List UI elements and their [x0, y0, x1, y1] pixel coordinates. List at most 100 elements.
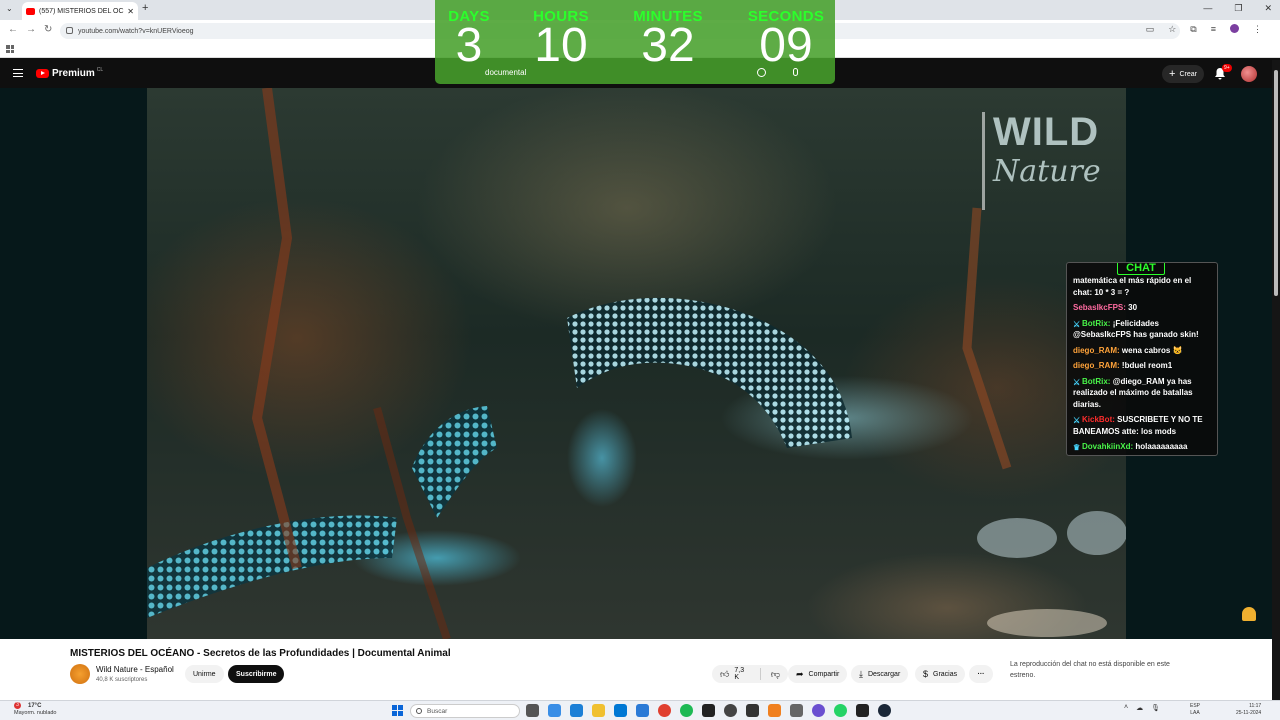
logo-text: Premium: [52, 68, 95, 79]
join-button[interactable]: Unirme: [185, 665, 224, 683]
tab-search-icon[interactable]: ⌄: [6, 4, 13, 13]
app-icon[interactable]: [746, 704, 759, 717]
thumbs-up-icon[interactable]: 👍︎: [720, 669, 729, 680]
input-language[interactable]: ESP LAA: [1190, 703, 1200, 717]
countdown-hours: HOURS 10: [511, 0, 611, 73]
lang-bottom: LAA: [1190, 710, 1200, 716]
search-icon[interactable]: [757, 68, 766, 77]
subscriber-count: 40,8 K suscriptores: [96, 677, 148, 683]
more-actions-button[interactable]: ···: [969, 665, 993, 683]
chat-message: diego_RAM: !bduel reom1: [1073, 360, 1211, 372]
edge-icon[interactable]: [570, 704, 583, 717]
channel-avatar[interactable]: [70, 664, 90, 684]
maximize-icon[interactable]: ❐: [1234, 3, 1242, 14]
microphone-icon[interactable]: [793, 68, 798, 76]
search-box[interactable]: documental: [435, 66, 835, 82]
windows-start-icon[interactable]: [392, 705, 403, 716]
whatsapp-icon[interactable]: [834, 704, 847, 717]
back-icon[interactable]: ←: [8, 24, 18, 35]
app-icon[interactable]: [636, 704, 649, 717]
terminal-icon[interactable]: [856, 704, 869, 717]
minimize-icon[interactable]: —: [1203, 3, 1212, 14]
temperature: 17°C: [28, 703, 42, 709]
task-view-icon[interactable]: [526, 704, 539, 717]
extensions-icon[interactable]: ⧉: [1190, 24, 1196, 35]
download-button[interactable]: ⤓ Descargar: [851, 665, 909, 683]
create-button[interactable]: + Crear: [1162, 65, 1204, 83]
app-icon[interactable]: [768, 704, 781, 717]
browser-tab[interactable]: (557) MISTERIOS DEL OCÉANO ✕: [22, 2, 138, 20]
scrollbar-thumb[interactable]: [1274, 70, 1278, 296]
download-icon: ⤓: [859, 668, 863, 679]
url-text: youtube.com/watch?v=knUERVioeog: [78, 27, 194, 35]
clock-time: 11:17: [1249, 703, 1262, 709]
apps-grid-icon[interactable]: [6, 45, 14, 53]
youtube-favicon-icon: [26, 7, 35, 15]
search-icon: [416, 708, 422, 714]
video-frame[interactable]: [147, 88, 1126, 639]
lang-top: ESP: [1190, 703, 1201, 709]
tab-title: (557) MISTERIOS DEL OCÉANO: [39, 7, 124, 15]
chat-username: KickBot:: [1082, 415, 1115, 424]
taskbar-search-box[interactable]: Buscar: [410, 704, 520, 718]
browser-menu-icon[interactable]: ⋮: [1253, 24, 1262, 35]
like-count[interactable]: 7,3 K: [734, 667, 750, 681]
chat-message: diego_RAM: wena cabros 😺: [1073, 345, 1211, 357]
thumbs-down-icon[interactable]: 👎︎: [771, 669, 780, 680]
plus-icon: +: [1169, 68, 1176, 80]
profile-icon[interactable]: [1230, 24, 1239, 33]
reload-icon[interactable]: ↻: [44, 24, 52, 35]
countdown-value: 3: [455, 19, 483, 72]
moderator-sword-icon: ⚔: [1073, 416, 1081, 425]
copilot-icon[interactable]: [548, 704, 561, 717]
address-bar-actions: ▭ ☆ ⧉ ≡ ⋮: [1146, 24, 1262, 35]
spotify-icon[interactable]: [680, 704, 693, 717]
chrome-icon[interactable]: [658, 704, 671, 717]
countdown-overlay: DAYS 3 HOURS 10 MINUTES 32 SECONDS 09 do…: [435, 0, 835, 84]
subscribe-button[interactable]: Suscribirme: [228, 665, 285, 683]
search-input[interactable]: documental: [485, 68, 526, 77]
menu-hamburger-icon[interactable]: [13, 69, 23, 77]
app-icon[interactable]: [724, 704, 737, 717]
reading-list-icon[interactable]: ≡: [1211, 24, 1216, 35]
chat-username: diego_RAM:: [1073, 361, 1120, 370]
like-dislike-group: 👍︎ 7,3 K 👎︎: [712, 665, 788, 683]
share-button[interactable]: ➦ Compartir: [788, 665, 848, 683]
account-avatar[interactable]: [1241, 66, 1257, 82]
chat-username: DovahkiinXd:: [1082, 442, 1134, 451]
country-code: CL: [96, 66, 104, 73]
microphone-tray-icon[interactable]: 🎙︎: [1151, 704, 1160, 712]
chat-replay-unavailable-text: La reproducción del chat no está disponi…: [1010, 661, 1170, 679]
youtube-logo[interactable]: Premium CL: [36, 66, 104, 79]
channel-name[interactable]: Wild Nature - Español: [96, 665, 174, 674]
new-tab-button[interactable]: +: [142, 2, 148, 14]
app-icon[interactable]: [702, 704, 715, 717]
taskbar-search-placeholder: Buscar: [427, 707, 448, 715]
chat-username: BotRix:: [1082, 318, 1111, 328]
discord-icon[interactable]: [812, 704, 825, 717]
youtube-play-icon: [36, 69, 49, 78]
chevron-up-icon[interactable]: ˄: [1124, 704, 1128, 712]
thanks-button[interactable]: $ Gracias: [915, 665, 966, 683]
forward-icon[interactable]: →: [26, 24, 36, 35]
chat-username: SebasIkcFPS:: [1073, 303, 1126, 312]
close-window-icon[interactable]: ✕: [1264, 3, 1272, 14]
chat-header: CHAT: [1117, 263, 1165, 275]
file-explorer-icon[interactable]: [592, 704, 605, 717]
onedrive-icon[interactable]: ☁: [1136, 704, 1143, 712]
chat-message-text: 30: [1128, 303, 1138, 312]
cast-icon[interactable]: ▭: [1146, 24, 1155, 35]
share-label: Compartir: [808, 670, 840, 678]
download-label: Descargar: [867, 670, 901, 678]
chat-message: ⚔ KickBot: SUSCRIBETE Y NO TE BANEAMOS at…: [1073, 414, 1211, 437]
tab-close-icon[interactable]: ✕: [127, 7, 134, 16]
app-icon[interactable]: [790, 704, 803, 717]
steam-icon[interactable]: [878, 704, 891, 717]
more-horizontal-icon: ···: [977, 670, 985, 678]
windows-taskbar: 17°C Mayorm. nublado 3 Buscar ˄ ☁ 🎙︎ ESP…: [0, 700, 1280, 720]
system-clock[interactable]: 11:17 25-11-2024: [1236, 703, 1261, 717]
store-icon[interactable]: [614, 704, 627, 717]
site-info-icon[interactable]: [66, 27, 73, 34]
bookmark-star-icon[interactable]: ☆: [1168, 24, 1176, 35]
chat-username: BotRix:: [1082, 376, 1111, 386]
